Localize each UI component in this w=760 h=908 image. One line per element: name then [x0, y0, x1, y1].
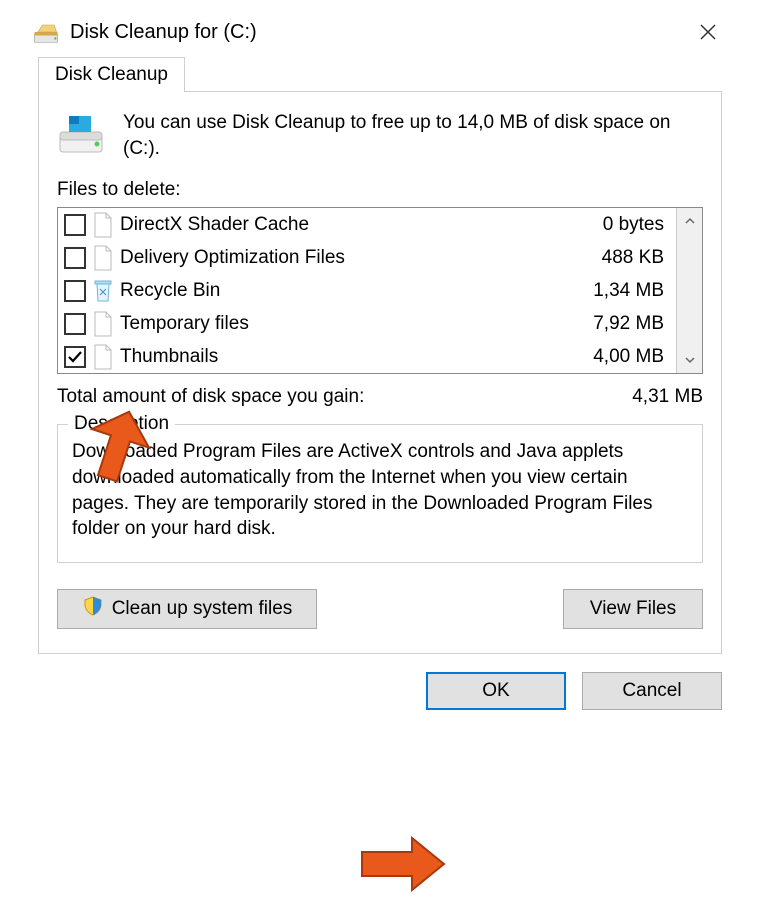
close-icon [699, 23, 717, 41]
file-name: Temporary files [120, 313, 587, 335]
scroll-down-button[interactable] [677, 347, 702, 373]
list-item[interactable]: Recycle Bin 1,34 MB [58, 274, 676, 307]
chevron-up-icon [685, 216, 695, 226]
file-icon [92, 212, 114, 238]
file-size: 1,34 MB [593, 280, 670, 302]
button-label: Clean up system files [112, 598, 293, 620]
disk-cleanup-dialog: Disk Cleanup for (C:) Disk Cleanup [22, 8, 738, 720]
annotation-arrow-icon [358, 836, 448, 892]
totals-label: Total amount of disk space you gain: [57, 386, 632, 408]
scrollbar[interactable] [676, 208, 702, 373]
file-list: DirectX Shader Cache 0 bytes Delivery Op… [57, 207, 703, 374]
file-name: Thumbnails [120, 346, 587, 368]
description-text: Downloaded Program Files are ActiveX con… [72, 439, 688, 542]
file-size: 0 bytes [603, 214, 670, 236]
scroll-up-button[interactable] [677, 208, 702, 234]
list-item[interactable]: Delivery Optimization Files 488 KB [58, 241, 676, 274]
checkbox[interactable] [64, 214, 86, 236]
file-icon [92, 245, 114, 271]
intro-text: You can use Disk Cleanup to free up to 1… [123, 110, 703, 161]
file-name: Recycle Bin [120, 280, 587, 302]
totals-value: 4,31 MB [632, 386, 703, 408]
file-name: Delivery Optimization Files [120, 247, 596, 269]
checkbox-checked[interactable] [64, 346, 86, 368]
checkbox[interactable] [64, 247, 86, 269]
description-title: Description [68, 413, 175, 435]
window-title: Disk Cleanup for (C:) [70, 21, 688, 44]
button-label: View Files [590, 598, 676, 620]
drive-icon [57, 110, 105, 158]
button-label: OK [482, 680, 509, 702]
tab-disk-cleanup[interactable]: Disk Cleanup [38, 57, 185, 92]
file-icon [92, 311, 114, 337]
view-files-button[interactable]: View Files [563, 589, 703, 629]
titlebar: Disk Cleanup for (C:) [22, 8, 738, 56]
files-to-delete-label: Files to delete: [57, 179, 703, 201]
list-item[interactable]: Thumbnails 4,00 MB [58, 340, 676, 373]
file-size: 488 KB [602, 247, 670, 269]
list-item[interactable]: Temporary files 7,92 MB [58, 307, 676, 340]
ok-button[interactable]: OK [426, 672, 566, 710]
recycle-bin-icon [92, 278, 114, 304]
checkbox[interactable] [64, 280, 86, 302]
button-label: Cancel [622, 680, 681, 702]
file-icon [92, 344, 114, 370]
disk-cleanup-icon [32, 18, 60, 46]
cancel-button[interactable]: Cancel [582, 672, 722, 710]
close-button[interactable] [688, 12, 728, 52]
tab-bar: Disk Cleanup [38, 56, 722, 91]
file-size: 4,00 MB [593, 346, 670, 368]
cleanup-system-files-button[interactable]: Clean up system files [57, 589, 317, 629]
tab-panel: You can use Disk Cleanup to free up to 1… [38, 91, 722, 654]
file-name: DirectX Shader Cache [120, 214, 597, 236]
shield-icon [82, 595, 104, 623]
checkbox[interactable] [64, 313, 86, 335]
description-group: Description Downloaded Program Files are… [57, 424, 703, 563]
file-size: 7,92 MB [593, 313, 670, 335]
chevron-down-icon [685, 355, 695, 365]
check-icon [67, 349, 83, 365]
list-item[interactable]: DirectX Shader Cache 0 bytes [58, 208, 676, 241]
